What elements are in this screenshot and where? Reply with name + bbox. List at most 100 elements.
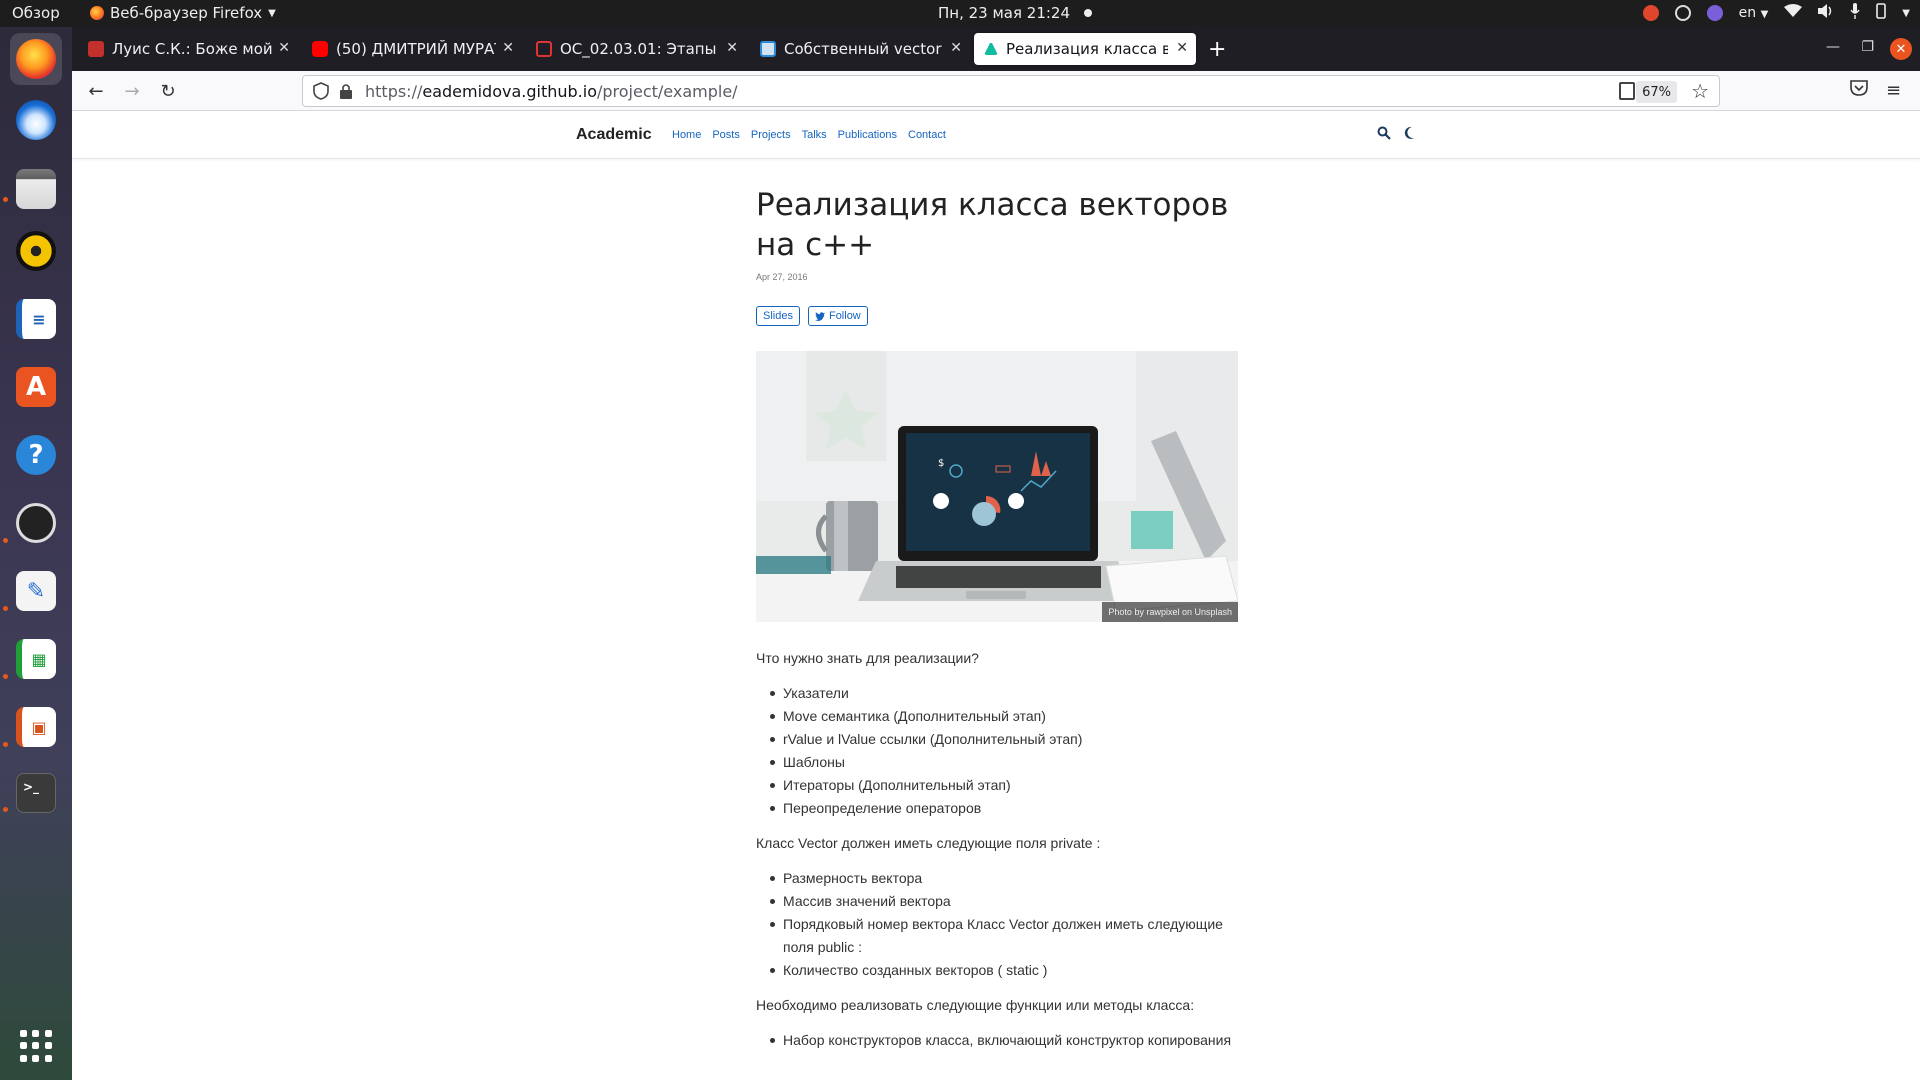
tab-3[interactable]: ОС_02.03.01: Этапы реа ✕ — [526, 33, 746, 65]
close-icon[interactable]: ✕ — [502, 40, 514, 56]
writer-icon: ≡ — [16, 299, 56, 339]
dock-calc[interactable]: ▦ — [10, 633, 62, 685]
tab-strip: Луис С.К.: Боже мой — с ✕ (50) ДМИТРИЙ М… — [72, 27, 1920, 71]
show-applications-icon[interactable] — [20, 1030, 52, 1062]
methods-list: Набор конструкторов класса, включающий к… — [756, 1029, 1238, 1052]
nav-link-talks[interactable]: Talks — [802, 129, 827, 141]
address-bar[interactable]: https://eademidova.github.io/project/exa… — [302, 75, 1720, 107]
tab-1[interactable]: Луис С.К.: Боже мой — с ✕ — [78, 33, 298, 65]
nav-link-projects[interactable]: Projects — [751, 129, 791, 141]
dock-help[interactable]: ? — [10, 429, 62, 481]
close-icon[interactable]: ✕ — [1176, 40, 1188, 56]
site-nav-links: Home Posts Projects Talks Publications C… — [672, 129, 946, 141]
nav-link-contact[interactable]: Contact — [908, 129, 946, 141]
language-label: en — [1738, 5, 1757, 21]
article-date: Apr 27, 2016 — [756, 272, 808, 282]
new-tab-icon[interactable]: + — [1208, 37, 1226, 62]
chrome-tray-icon[interactable] — [1642, 5, 1659, 21]
svg-text:$: $ — [938, 458, 944, 469]
running-indicator — [3, 197, 8, 202]
running-indicator — [3, 538, 8, 543]
url-prefix: https:// — [365, 82, 423, 101]
follow-button-label: Follow — [828, 310, 861, 322]
dock-files[interactable] — [10, 163, 62, 215]
search-icon[interactable] — [1377, 126, 1391, 140]
dock-text-editor[interactable]: ✎ — [10, 565, 62, 617]
url-text: https://eademidova.github.io/project/exa… — [365, 82, 738, 101]
follow-button[interactable]: Follow — [807, 306, 868, 326]
nav-link-publications[interactable]: Publications — [838, 129, 897, 141]
forward-icon[interactable]: → — [120, 79, 144, 103]
photo-credit[interactable]: Photo by rawpixel on Unsplash — [1102, 602, 1238, 622]
dock-firefox[interactable] — [10, 33, 62, 85]
app-menu[interactable]: Веб-браузер Firefox ▼ — [90, 4, 276, 22]
dock-impress[interactable]: ▣ — [10, 701, 62, 753]
tab-4[interactable]: Собственный vector на с ✕ — [750, 33, 970, 65]
close-icon[interactable]: ✕ — [278, 40, 290, 56]
intro-paragraph: Что нужно знать для реализации? — [756, 650, 979, 666]
minimize-icon[interactable]: — — [1826, 39, 1840, 55]
back-icon[interactable]: ← — [84, 79, 108, 103]
laptop-photo: $ — [756, 351, 1238, 622]
list-item: Итераторы (Дополнительный этап) — [756, 774, 1238, 797]
tab-favicon-icon — [760, 41, 776, 57]
calc-icon: ▦ — [16, 639, 56, 679]
list-item: Move семантика (Дополнительный этап) — [756, 705, 1238, 728]
running-indicator — [3, 674, 8, 679]
running-indicator — [3, 606, 8, 611]
firefox-small-icon — [90, 6, 104, 20]
dock-obs[interactable] — [10, 497, 62, 549]
close-icon[interactable]: ✕ — [726, 40, 738, 56]
software-icon: A — [16, 367, 56, 407]
dock-thunderbird[interactable] — [10, 94, 62, 146]
featured-image: $ Photo by rawpixel on Unsplash — [756, 351, 1238, 622]
hamburger-menu-icon[interactable]: ≡ — [1886, 80, 1901, 101]
wifi-icon[interactable] — [1784, 4, 1803, 22]
nav-link-home[interactable]: Home — [672, 129, 701, 141]
url-host: eademidova.github.io — [422, 82, 597, 101]
terminal-icon: >_ — [16, 773, 56, 813]
reader-view-icon[interactable] — [1619, 82, 1635, 100]
close-icon[interactable]: ✕ — [950, 40, 962, 56]
power-menu-icon[interactable]: ▼ — [1902, 8, 1910, 19]
running-indicator — [3, 807, 8, 812]
tab-5-active[interactable]: Реализация класса вект ✕ — [974, 33, 1196, 65]
dock-rhythmbox[interactable] — [10, 225, 62, 277]
help-icon: ? — [16, 435, 56, 475]
list-item: Набор конструкторов класса, включающий к… — [756, 1029, 1238, 1052]
dock-software[interactable]: A — [10, 361, 62, 413]
twitter-icon — [814, 311, 825, 321]
nav-link-posts[interactable]: Posts — [712, 129, 740, 141]
activities-button[interactable]: Обзор — [12, 4, 60, 22]
clock-label: Пн, 23 мая 21:24 — [938, 4, 1071, 22]
phone-connect-icon[interactable] — [1876, 3, 1887, 23]
tab-label: Собственный vector на с — [784, 40, 944, 58]
dock-writer[interactable]: ≡ — [10, 293, 62, 345]
ubuntu-dock: ≡ A ? ✎ ▦ ▣ >_ — [0, 27, 72, 1080]
tracking-protection-icon[interactable] — [313, 82, 329, 100]
methods-heading: Необходимо реализовать следующие функции… — [756, 997, 1195, 1013]
list-item: Массив значений вектора — [756, 890, 1238, 913]
dock-terminal[interactable]: >_ — [10, 767, 62, 819]
reload-icon[interactable]: ↻ — [156, 79, 180, 103]
clock[interactable]: Пн, 23 мая 21:24 — [938, 4, 1093, 22]
zoom-indicator[interactable]: 67% — [1636, 81, 1677, 103]
microphone-icon[interactable] — [1850, 3, 1860, 23]
site-brand[interactable]: Academic — [576, 126, 652, 144]
restore-icon[interactable]: ❐ — [1861, 39, 1874, 55]
slides-button-label: Slides — [763, 310, 793, 322]
volume-icon[interactable] — [1818, 4, 1834, 22]
lock-icon[interactable] — [339, 83, 353, 99]
bookmark-star-icon[interactable]: ☆ — [1691, 79, 1709, 103]
window-close-icon[interactable]: ✕ — [1890, 38, 1912, 60]
language-indicator[interactable]: en ▼ — [1739, 5, 1769, 21]
tab-2[interactable]: (50) ДМИТРИЙ МУРАТОВ ✕ — [302, 33, 522, 65]
app-menu-label: Веб-браузер Firefox — [110, 4, 263, 22]
pocket-icon[interactable] — [1850, 80, 1868, 101]
discord-tray-icon[interactable] — [1706, 5, 1723, 21]
dark-mode-moon-icon[interactable] — [1403, 126, 1415, 140]
obs-tray-icon[interactable] — [1674, 5, 1691, 21]
slides-button[interactable]: Slides — [756, 306, 800, 326]
tab-label: (50) ДМИТРИЙ МУРАТОВ — [336, 40, 496, 58]
list-item: Размерность вектора — [756, 867, 1238, 890]
